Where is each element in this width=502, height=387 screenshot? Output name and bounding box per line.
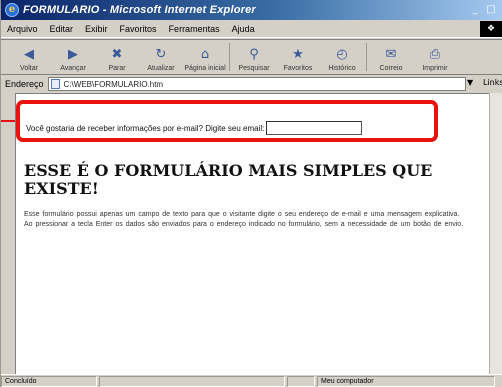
forward-button[interactable]: ▶ Avançar: [51, 40, 95, 74]
page-title: ESSE É O FORMULÁRIO MAIS SIMPLES QUE EXI…: [24, 161, 433, 198]
toolbar-separator: [366, 43, 367, 71]
status-pane-empty: [99, 375, 285, 387]
internet-explorer-icon: e: [5, 3, 19, 17]
status-text: Concluído: [1, 375, 97, 387]
home-label: Página inicial: [184, 65, 226, 72]
windows-logo-icon: ❖: [480, 21, 502, 37]
menu-tools[interactable]: Ferramentas: [169, 24, 220, 34]
print-button[interactable]: ⎙ Imprimir: [413, 40, 457, 74]
email-field[interactable]: [266, 121, 363, 135]
back-button[interactable]: ◀ Voltar: [7, 40, 51, 74]
address-input[interactable]: C:\WEB\FORMULARIO.htm: [47, 77, 466, 91]
stop-button[interactable]: ✖ Parar: [95, 40, 139, 74]
status-zone: Meu computador: [317, 375, 495, 387]
title-bar: e FORMULARIO - Microsoft Internet Explor…: [1, 0, 502, 20]
menu-view[interactable]: Exibir: [85, 24, 108, 34]
page-description: Esse formulário possui apenas um campo d…: [24, 211, 464, 228]
page-icon: [50, 79, 60, 89]
menu-file[interactable]: Arquivo: [7, 24, 38, 34]
stop-label: Parar: [108, 65, 126, 72]
refresh-icon: ↻: [155, 46, 167, 62]
address-dropdown-icon[interactable]: ▼: [467, 78, 473, 87]
maximize-icon[interactable]: □: [485, 3, 497, 17]
mail-label: Correio: [379, 65, 403, 72]
email-form: Você gostaria de receber informações por…: [26, 120, 426, 136]
home-button[interactable]: ⌂ Página inicial: [183, 40, 227, 74]
window-title: FORMULARIO - Microsoft Internet Explorer: [23, 4, 256, 16]
back-arrow-icon: ◀: [24, 46, 34, 62]
menu-edit[interactable]: Editar: [50, 24, 74, 34]
home-icon: ⌂: [200, 46, 210, 62]
forward-label: Avançar: [60, 65, 86, 72]
mail-button[interactable]: ✉ Correio: [369, 40, 413, 74]
status-bar: Concluído Meu computador: [1, 374, 502, 387]
status-pane-empty: [287, 375, 315, 387]
minimize-icon[interactable]: _: [469, 3, 481, 17]
favorites-label: Favoritos: [283, 65, 313, 72]
print-label: Imprimir: [422, 65, 448, 72]
back-label: Voltar: [20, 65, 38, 72]
vertical-scrollbar[interactable]: [489, 93, 502, 374]
browser-window: e FORMULARIO - Microsoft Internet Explor…: [0, 0, 502, 387]
links-button[interactable]: Links: [483, 78, 502, 87]
address-label: Endereço: [5, 79, 44, 89]
page-content: Você gostaria de receber informações por…: [15, 93, 502, 374]
stop-icon: ✖: [111, 46, 123, 62]
window-controls: _ □: [469, 3, 497, 17]
history-button[interactable]: ◴ Histórico: [320, 40, 364, 74]
print-icon: ⎙: [429, 46, 441, 62]
history-label: Histórico: [328, 65, 356, 72]
menu-help[interactable]: Ajuda: [232, 24, 255, 34]
search-icon: ⚲: [249, 46, 259, 62]
favorites-button[interactable]: ★ Favoritos: [276, 40, 320, 74]
callout-pointer: [1, 120, 15, 122]
search-button[interactable]: ⚲ Pesquisar: [232, 40, 276, 74]
menu-favorites[interactable]: Favoritos: [120, 24, 157, 34]
address-bar: Endereço C:\WEB\FORMULARIO.htm ▼ Links: [1, 76, 502, 92]
refresh-button[interactable]: ↻ Atualizar: [139, 40, 183, 74]
history-icon: ◴: [336, 46, 348, 62]
search-label: Pesquisar: [238, 65, 270, 72]
email-field-label: Você gostaria de receber informações por…: [26, 123, 265, 133]
address-value: C:\WEB\FORMULARIO.htm: [63, 79, 164, 89]
refresh-label: Atualizar: [147, 65, 175, 72]
toolbar-separator: [229, 43, 230, 71]
menu-bar: Arquivo Editar Exibir Favoritos Ferramen…: [1, 20, 502, 38]
standard-toolbar: ◀ Voltar ▶ Avançar ✖ Parar ↻ Atualizar ⌂…: [1, 39, 502, 75]
favorites-icon: ★: [292, 46, 304, 62]
forward-arrow-icon: ▶: [68, 46, 78, 62]
mail-icon: ✉: [385, 46, 397, 62]
